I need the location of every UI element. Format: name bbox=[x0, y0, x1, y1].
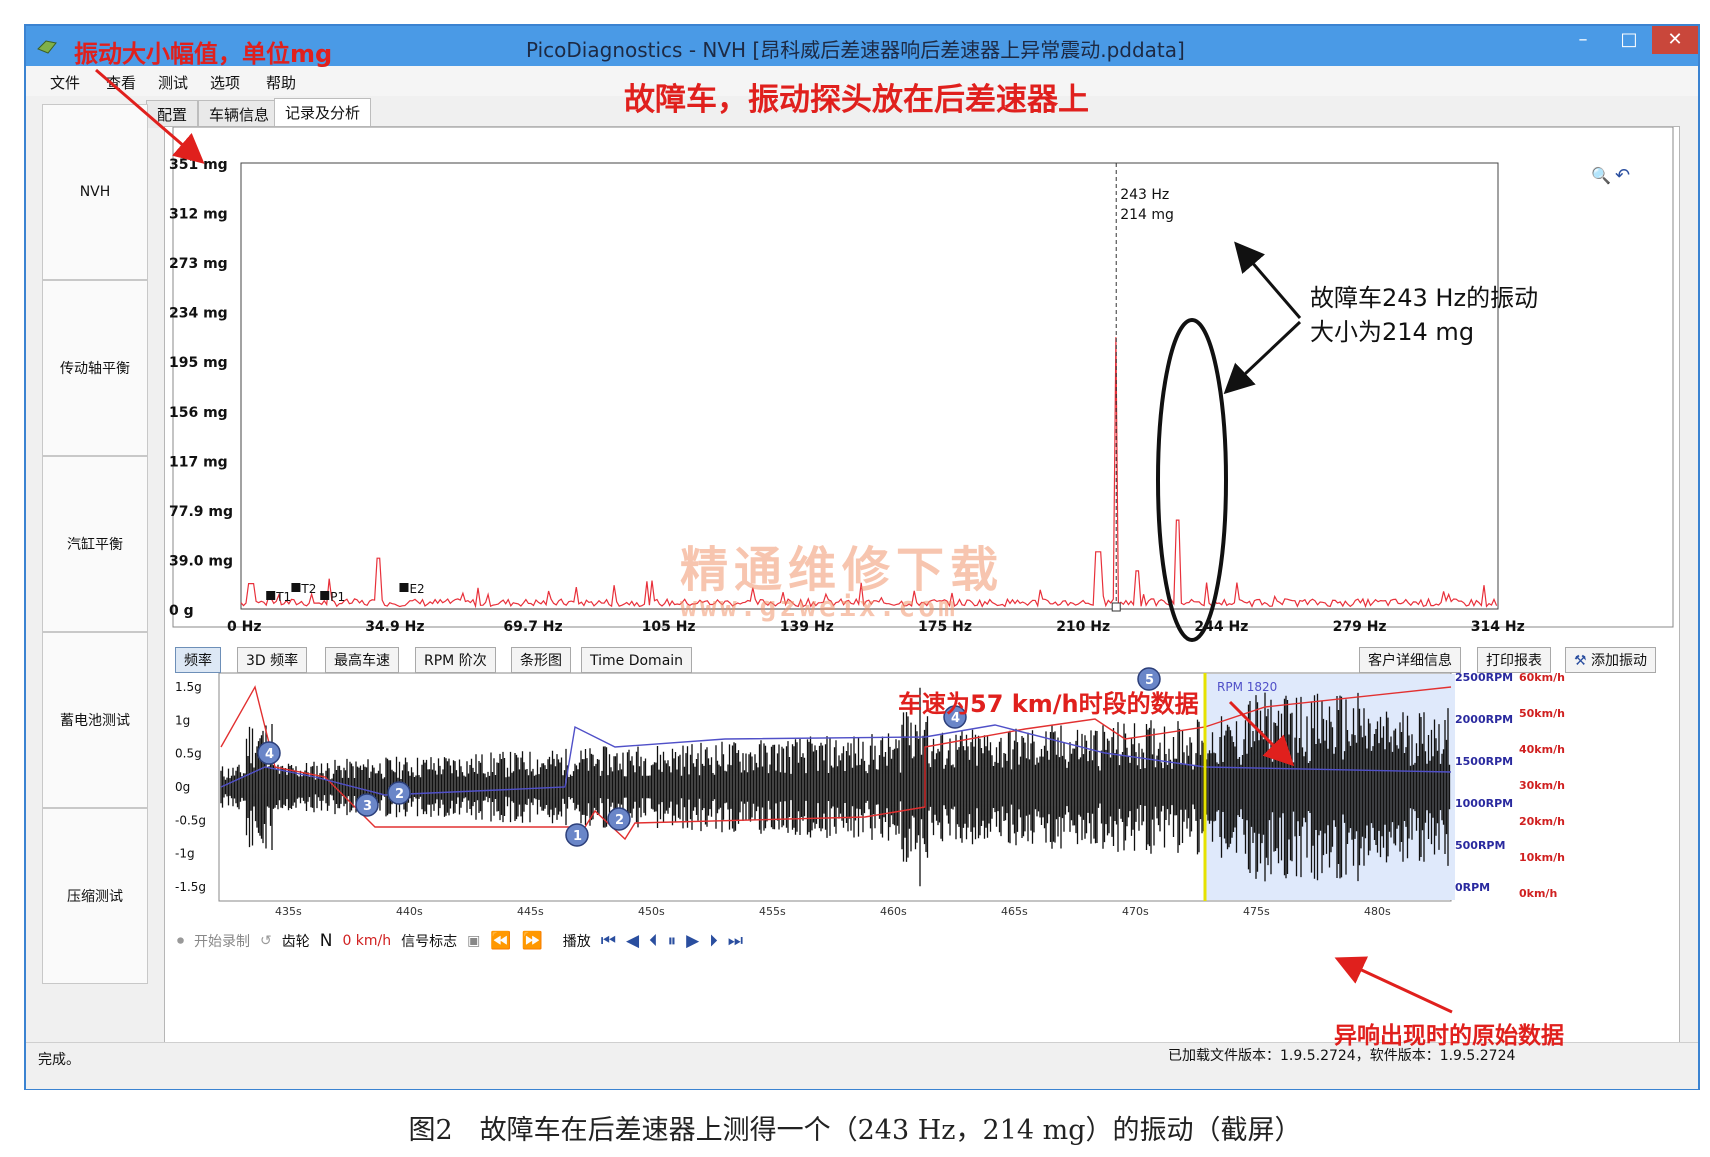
figure-caption: 图2 故障车在后差速器上测得一个（243 Hz，214 mg）的振动（截屏） bbox=[408, 1115, 1302, 1146]
peak-highlight-ellipse bbox=[1156, 318, 1228, 642]
arrow-speed-segment bbox=[1228, 700, 1295, 767]
arrow-amplitude bbox=[95, 68, 205, 164]
annotation-overlay bbox=[95, 68, 1453, 1014]
arrow-peak bbox=[1223, 320, 1302, 395]
arrow-cursor-label bbox=[1234, 241, 1302, 319]
arrow-raw-data bbox=[1334, 956, 1453, 1014]
